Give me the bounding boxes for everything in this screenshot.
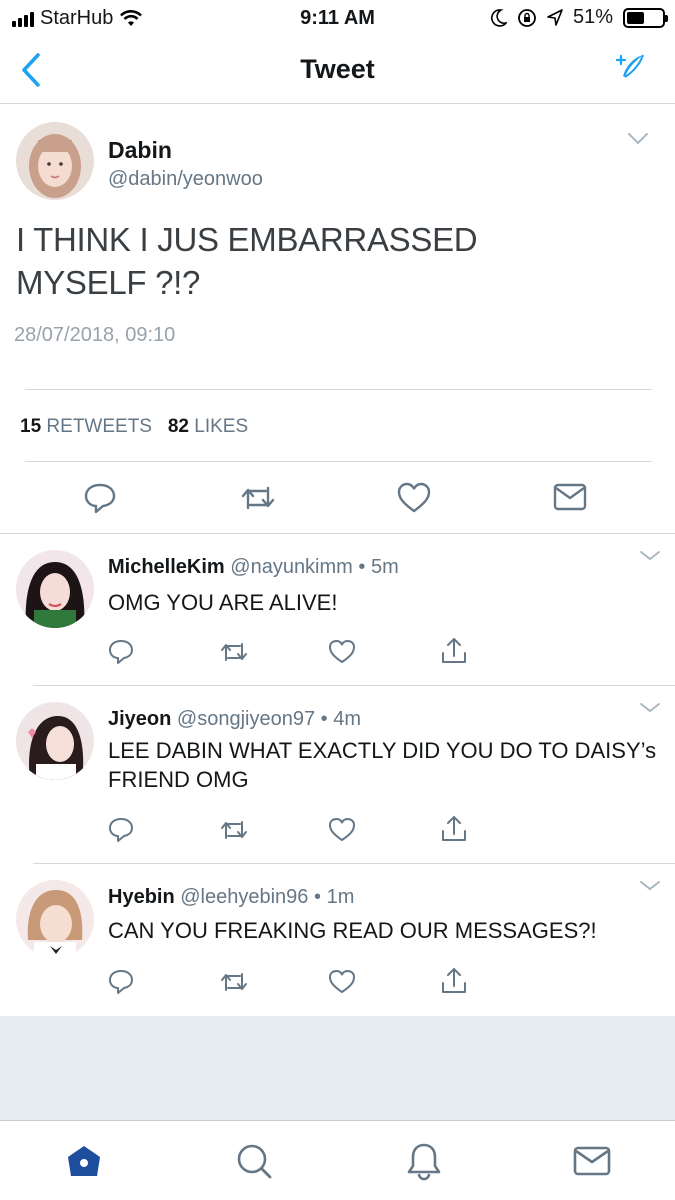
- reply-tweet[interactable]: MichelleKim @nayunkimm • 5m OMG YOU ARE …: [0, 534, 675, 686]
- dot-separator: •: [358, 556, 366, 578]
- like-icon[interactable]: [396, 480, 432, 516]
- like-icon[interactable]: [328, 816, 356, 844]
- search-icon[interactable]: [234, 1141, 274, 1181]
- notifications-icon[interactable]: [404, 1141, 444, 1181]
- author-name[interactable]: Dabin: [108, 137, 172, 164]
- rotation-lock-icon: [518, 8, 536, 27]
- chevron-down-icon[interactable]: [639, 550, 661, 562]
- reply-icon[interactable]: [107, 816, 135, 844]
- like-icon[interactable]: [328, 968, 356, 996]
- likes-label[interactable]: LIKES: [194, 416, 248, 437]
- like-icon[interactable]: [328, 638, 356, 666]
- reply-icon[interactable]: [107, 968, 135, 996]
- reply-time: 5m: [370, 556, 399, 578]
- page-title: Tweet: [300, 54, 375, 84]
- dot-separator: •: [314, 886, 322, 908]
- reply-author-handle[interactable]: @songjiyeon97: [177, 708, 315, 730]
- compose-icon[interactable]: [613, 52, 647, 86]
- retweet-icon[interactable]: [218, 968, 250, 996]
- likes-count[interactable]: 82: [168, 416, 189, 437]
- chevron-down-icon[interactable]: [639, 880, 661, 892]
- messages-icon[interactable]: [572, 1141, 612, 1181]
- chevron-down-icon[interactable]: [639, 702, 661, 714]
- reply-icon[interactable]: [82, 480, 118, 516]
- home-icon[interactable]: [64, 1141, 104, 1181]
- share-icon[interactable]: [440, 814, 468, 844]
- share-icon[interactable]: [440, 966, 468, 996]
- status-bar: StarHub 9:11 AM 51%: [0, 0, 675, 36]
- retweet-icon[interactable]: [238, 480, 278, 516]
- reply-time: 4m: [333, 708, 362, 730]
- avatar[interactable]: [16, 880, 94, 958]
- reply-icon[interactable]: [107, 638, 135, 666]
- tweet-actions: [0, 476, 675, 520]
- reply-header: MichelleKim @nayunkimm • 5m: [108, 556, 399, 579]
- tweet-stats: 15 RETWEETS 82 LIKES: [20, 416, 248, 438]
- divider: [25, 461, 652, 462]
- tab-bar: [0, 1120, 675, 1200]
- reply-tweet[interactable]: Jiyeon @songjiyeon97 • 4m LEE DABIN WHAT…: [0, 686, 675, 864]
- tweet-text: I THINK I JUS EMBARRASSED MYSELF ?!?: [16, 221, 478, 301]
- battery-icon: [623, 7, 668, 28]
- reply-text: LEE DABIN WHAT EXACTLY DID YOU DO TO DAI…: [108, 738, 657, 792]
- reply-author-handle[interactable]: @nayunkimm: [230, 556, 353, 578]
- moon-icon: [491, 8, 507, 27]
- main-tweet: Dabin @dabin/yeonwoo I THINK I JUS EMBAR…: [0, 104, 675, 534]
- nav-bar: Tweet: [0, 36, 675, 104]
- reply-header: Jiyeon @songjiyeon97 • 4m: [108, 708, 361, 731]
- dot-separator: •: [320, 708, 328, 730]
- chevron-down-icon[interactable]: [627, 132, 649, 146]
- retweets-label[interactable]: RETWEETS: [46, 416, 152, 437]
- reply-text: OMG YOU ARE ALIVE!: [108, 590, 338, 615]
- location-icon: [547, 8, 563, 26]
- message-icon[interactable]: [552, 482, 588, 512]
- reply-author-handle[interactable]: @leehyebin96: [180, 886, 308, 908]
- reply-tweet[interactable]: Hyebin @leehyebin96 • 1m CAN YOU FREAKIN…: [0, 864, 675, 1016]
- status-icons: 51%: [491, 6, 668, 29]
- reply-header: Hyebin @leehyebin96 • 1m: [108, 886, 354, 909]
- reply-text: CAN YOU FREAKING READ OUR MESSAGES?!: [108, 918, 597, 943]
- divider: [25, 389, 652, 390]
- retweet-icon[interactable]: [218, 816, 250, 844]
- avatar[interactable]: [16, 702, 94, 780]
- retweet-icon[interactable]: [218, 638, 250, 666]
- share-icon[interactable]: [440, 636, 468, 666]
- reply-author-name[interactable]: MichelleKim: [108, 556, 225, 578]
- reply-author-name[interactable]: Hyebin: [108, 886, 175, 908]
- empty-area: [0, 1016, 675, 1120]
- reply-time: 1m: [326, 886, 355, 908]
- retweets-count[interactable]: 15: [20, 416, 41, 437]
- author-handle[interactable]: @dabin/yeonwoo: [108, 168, 263, 191]
- tweet-timestamp: 28/07/2018, 09:10: [14, 324, 176, 346]
- reply-author-name[interactable]: Jiyeon: [108, 708, 171, 730]
- avatar[interactable]: [16, 550, 94, 628]
- battery-percent: 51%: [572, 6, 613, 28]
- avatar[interactable]: [16, 122, 94, 200]
